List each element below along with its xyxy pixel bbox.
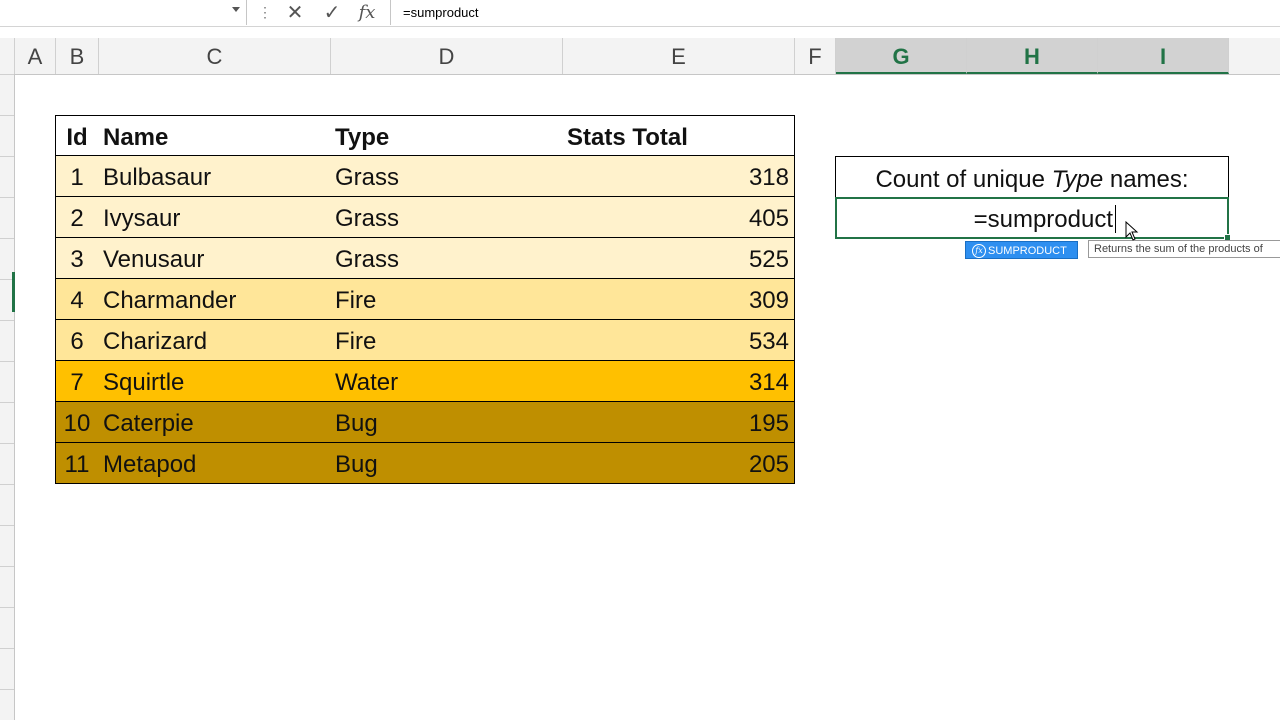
active-edit-cell[interactable]: =sumproduct: [835, 197, 1231, 241]
column-headers: A B C D E F G H I: [0, 38, 1280, 75]
row-divider: [0, 402, 14, 403]
function-icon: fx: [972, 244, 986, 258]
formula-bar: ⋮ ✕ ✓ fx =sumproduct: [0, 0, 1280, 27]
row-divider: [0, 648, 14, 649]
column-header-a[interactable]: A: [15, 38, 56, 74]
formula-text: =sumproduct: [403, 5, 479, 20]
row-divider: [0, 566, 14, 567]
cell-name[interactable]: Charmander: [98, 279, 331, 320]
header-stats-total[interactable]: Stats Total: [562, 115, 795, 156]
cell-editing-text: =sumproduct: [973, 206, 1113, 233]
row-divider: [0, 197, 14, 198]
chevron-down-icon[interactable]: [232, 7, 240, 12]
select-all-corner[interactable]: [0, 38, 15, 74]
row-divider: [0, 443, 14, 444]
table-row: 10 Caterpie Bug 195: [55, 402, 795, 443]
table-row: 4 Charmander Fire 309: [55, 279, 795, 320]
cell-type[interactable]: Fire: [330, 279, 563, 320]
label-emphasis: Type: [1051, 166, 1104, 193]
table-header-row: Id Name Type Stats Total: [55, 115, 795, 156]
column-header-b[interactable]: B: [56, 38, 99, 74]
cell-id[interactable]: 6: [55, 320, 99, 361]
cell-stats-total[interactable]: 534: [562, 320, 795, 361]
row-divider: [0, 689, 14, 690]
cell-id[interactable]: 1: [55, 156, 99, 197]
cell-stats-total[interactable]: 314: [562, 361, 795, 402]
name-box[interactable]: [0, 0, 247, 25]
table-row: 3 Venusaur Grass 525: [55, 238, 795, 279]
row-divider: [0, 74, 14, 75]
cell-type[interactable]: Grass: [330, 156, 563, 197]
autocomplete-label: SUMPRODUCT: [988, 245, 1067, 257]
label-suffix: names:: [1109, 166, 1189, 193]
selected-row-marker: [12, 272, 15, 312]
mouse-cursor-icon: [1125, 221, 1139, 241]
formula-input[interactable]: =sumproduct: [390, 0, 1280, 25]
header-id[interactable]: Id: [55, 115, 99, 156]
cell-name[interactable]: Caterpie: [98, 402, 331, 443]
cell-id[interactable]: 7: [55, 361, 99, 402]
cancel-x-icon[interactable]: ✕: [281, 1, 309, 25]
cell-name[interactable]: Squirtle: [98, 361, 331, 402]
row-divider: [0, 607, 14, 608]
cell-type[interactable]: Water: [330, 361, 563, 402]
column-header-e[interactable]: E: [563, 38, 795, 74]
cell-name[interactable]: Bulbasaur: [98, 156, 331, 197]
row-divider: [0, 156, 14, 157]
header-name[interactable]: Name: [98, 115, 331, 156]
function-tooltip: Returns the sum of the products of: [1088, 240, 1280, 258]
cell-type[interactable]: Bug: [330, 443, 563, 484]
cell-id[interactable]: 11: [55, 443, 99, 484]
row-divider: [0, 320, 14, 321]
cell-type[interactable]: Fire: [330, 320, 563, 361]
cell-name[interactable]: Metapod: [98, 443, 331, 484]
label-prefix: Count of unique: [875, 166, 1045, 193]
cell-name[interactable]: Ivysaur: [98, 197, 331, 238]
column-header-d[interactable]: D: [331, 38, 563, 74]
table-row: 11 Metapod Bug 205: [55, 443, 795, 484]
cell-stats-total[interactable]: 195: [562, 402, 795, 443]
cell-id[interactable]: 10: [55, 402, 99, 443]
row-divider: [0, 361, 14, 362]
cell-stats-total[interactable]: 405: [562, 197, 795, 238]
header-type[interactable]: Type: [330, 115, 563, 156]
cell-name[interactable]: Charizard: [98, 320, 331, 361]
table-row: 1 Bulbasaur Grass 318: [55, 156, 795, 197]
cell-id[interactable]: 3: [55, 238, 99, 279]
column-header-f[interactable]: F: [795, 38, 836, 74]
column-header-g[interactable]: G: [836, 38, 967, 74]
cell-stats-total[interactable]: 309: [562, 279, 795, 320]
cell-id[interactable]: 4: [55, 279, 99, 320]
table-row: 7 Squirtle Water 314: [55, 361, 795, 402]
unique-count-label-cell[interactable]: Count of unique Type names:: [835, 156, 1229, 197]
insert-function-icon[interactable]: fx: [353, 1, 381, 25]
cell-type[interactable]: Grass: [330, 197, 563, 238]
row-headers[interactable]: [0, 74, 15, 720]
cell-stats-total[interactable]: 205: [562, 443, 795, 484]
column-header-c[interactable]: C: [99, 38, 331, 74]
cell-type[interactable]: Bug: [330, 402, 563, 443]
row-divider: [0, 525, 14, 526]
row-divider: [0, 484, 14, 485]
enter-check-icon[interactable]: ✓: [318, 1, 346, 25]
cell-id[interactable]: 2: [55, 197, 99, 238]
cell-name[interactable]: Venusaur: [98, 238, 331, 279]
cell-stats-total[interactable]: 318: [562, 156, 795, 197]
row-divider: [0, 115, 14, 116]
more-options-icon[interactable]: ⋮: [258, 4, 272, 21]
table-row: 2 Ivysaur Grass 405: [55, 197, 795, 238]
autocomplete-item-sumproduct[interactable]: fx SUMPRODUCT: [965, 241, 1078, 259]
column-header-h[interactable]: H: [967, 38, 1098, 74]
cell-stats-total[interactable]: 525: [562, 238, 795, 279]
row-divider: [0, 238, 14, 239]
cell-type[interactable]: Grass: [330, 238, 563, 279]
text-caret: [1115, 205, 1116, 233]
table-row: 6 Charizard Fire 534: [55, 320, 795, 361]
column-header-i[interactable]: I: [1098, 38, 1229, 74]
